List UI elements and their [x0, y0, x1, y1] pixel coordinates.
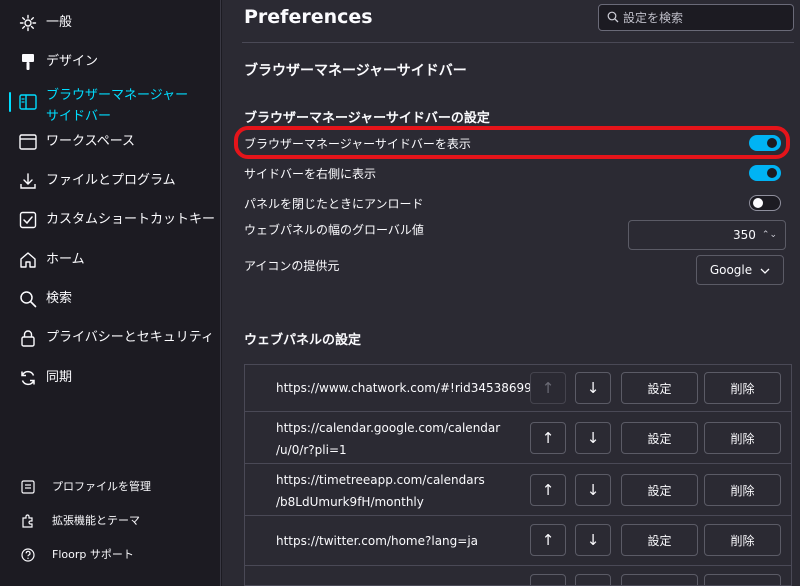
checkbox-icon — [18, 210, 38, 230]
section-title: ブラウザーマネージャーサイドバー — [244, 63, 467, 79]
panel-width-label: ウェブパネルの幅のグローバル値 — [244, 223, 424, 237]
chevron-down-icon — [760, 264, 770, 277]
active-indicator — [9, 92, 11, 112]
main-content: Preferences ブラウザーマネージャーサイドバー ブラウザーマネージャー… — [222, 0, 800, 586]
unload-on-close-label: パネルを閉じたときにアンロード — [244, 197, 424, 211]
move-up-button[interactable]: ↑ — [530, 372, 566, 404]
table-row: https://timetreeapp.com/calendars /b8LdU… — [245, 464, 791, 516]
home-icon — [18, 250, 38, 270]
download-icon — [18, 171, 38, 191]
move-up-button[interactable]: ↑ — [530, 524, 566, 556]
sync-icon — [18, 368, 38, 388]
settings-button[interactable]: 設定 — [621, 422, 698, 454]
sidebar-item-label: ブラウザーマネージャーサイドバー — [46, 88, 189, 124]
panel-width-input[interactable]: 350 ⌃⌄ — [628, 220, 786, 250]
sidebar-item-label: 拡張機能とテーマ — [52, 514, 140, 527]
settings-button[interactable]: 設定 — [621, 524, 698, 556]
webpanel-url: https://timetreeapp.com/calendars /b8LdU… — [276, 473, 485, 509]
sidebar-icon — [18, 92, 38, 112]
profile-icon — [20, 479, 36, 495]
lock-icon — [18, 328, 38, 348]
settings-button[interactable]: 設定 — [621, 474, 698, 506]
move-down-button[interactable] — [575, 574, 611, 585]
sidebar-item-label: Floorp サポート — [52, 548, 134, 561]
webpanel-url: https://twitter.com/home?lang=ja — [276, 534, 479, 548]
page-title: Preferences — [244, 6, 373, 28]
sidebar-item-label: プロファイルを管理 — [52, 480, 151, 493]
help-icon — [20, 547, 36, 563]
icon-provider-label: アイコンの提供元 — [244, 259, 340, 273]
icon-provider-select[interactable]: Google — [696, 255, 784, 285]
search-icon — [18, 289, 38, 309]
table-row: https://twitter.com/home?lang=ja ↑ ↓ 設定 … — [245, 516, 791, 566]
search-box[interactable] — [598, 4, 794, 31]
highlight-annotation — [234, 126, 790, 159]
webpanel-url: https://www.chatwork.com/#!rid345386995 — [276, 381, 540, 395]
delete-button[interactable]: 削除 — [704, 524, 781, 556]
sidebar-item-label: 同期 — [46, 370, 73, 385]
delete-button[interactable]: 削除 — [704, 422, 781, 454]
right-side-toggle[interactable] — [749, 165, 781, 181]
table-row: https://calendar.google.com/calendar /u/… — [245, 412, 791, 464]
settings-button[interactable] — [621, 574, 698, 585]
sidebar-item-label: ワークスペース — [46, 134, 136, 149]
move-down-button[interactable]: ↓ — [575, 474, 611, 506]
move-down-button[interactable]: ↓ — [575, 372, 611, 404]
sidebar-item-label: 一般 — [46, 15, 73, 30]
sidebar-item-label: ファイルとプログラム — [46, 173, 176, 188]
delete-button[interactable] — [704, 574, 781, 585]
delete-button[interactable]: 削除 — [704, 372, 781, 404]
webpanel-section-title: ウェブパネルの設定 — [244, 333, 362, 348]
table-row: https://www.chatwork.com/#!rid345386995 … — [245, 365, 791, 412]
right-side-label: サイドバーを右側に表示 — [244, 167, 377, 181]
move-up-button[interactable]: ↑ — [530, 474, 566, 506]
sidebar-item-label: カスタムショートカットキー — [46, 212, 216, 227]
delete-button[interactable]: 削除 — [704, 474, 781, 506]
panel-width-value: 350 — [733, 228, 756, 242]
unload-on-close-toggle[interactable] — [749, 195, 781, 211]
table-row — [245, 566, 791, 585]
brush-icon — [18, 52, 38, 72]
search-icon — [607, 8, 619, 27]
move-down-button[interactable]: ↓ — [575, 422, 611, 454]
move-up-button[interactable] — [530, 574, 566, 585]
move-up-button[interactable]: ↑ — [530, 422, 566, 454]
divider — [242, 42, 794, 43]
gear-icon — [18, 13, 38, 33]
sidebar-item-label: ホーム — [46, 252, 85, 267]
settings-button[interactable]: 設定 — [621, 372, 698, 404]
sidebar: 一般 デザイン ブラウザーマネージャーサイドバー ワークスペース ファイルとプロ… — [0, 0, 221, 586]
webpanel-list: https://www.chatwork.com/#!rid345386995 … — [244, 364, 792, 586]
spinner-icon[interactable]: ⌃⌄ — [762, 230, 777, 240]
section-subtitle: ブラウザーマネージャーサイドバーの設定 — [244, 111, 490, 126]
move-down-button[interactable]: ↓ — [575, 524, 611, 556]
sidebar-item-label: 検索 — [46, 291, 73, 306]
search-input[interactable] — [623, 10, 783, 25]
icon-provider-value: Google — [709, 263, 753, 277]
sidebar-item-label: デザイン — [46, 54, 99, 69]
puzzle-icon — [20, 513, 36, 529]
window-icon — [18, 132, 38, 152]
webpanel-url: https://calendar.google.com/calendar /u/… — [276, 421, 501, 457]
sidebar-item-label: プライバシーとセキュリティ — [46, 330, 214, 345]
